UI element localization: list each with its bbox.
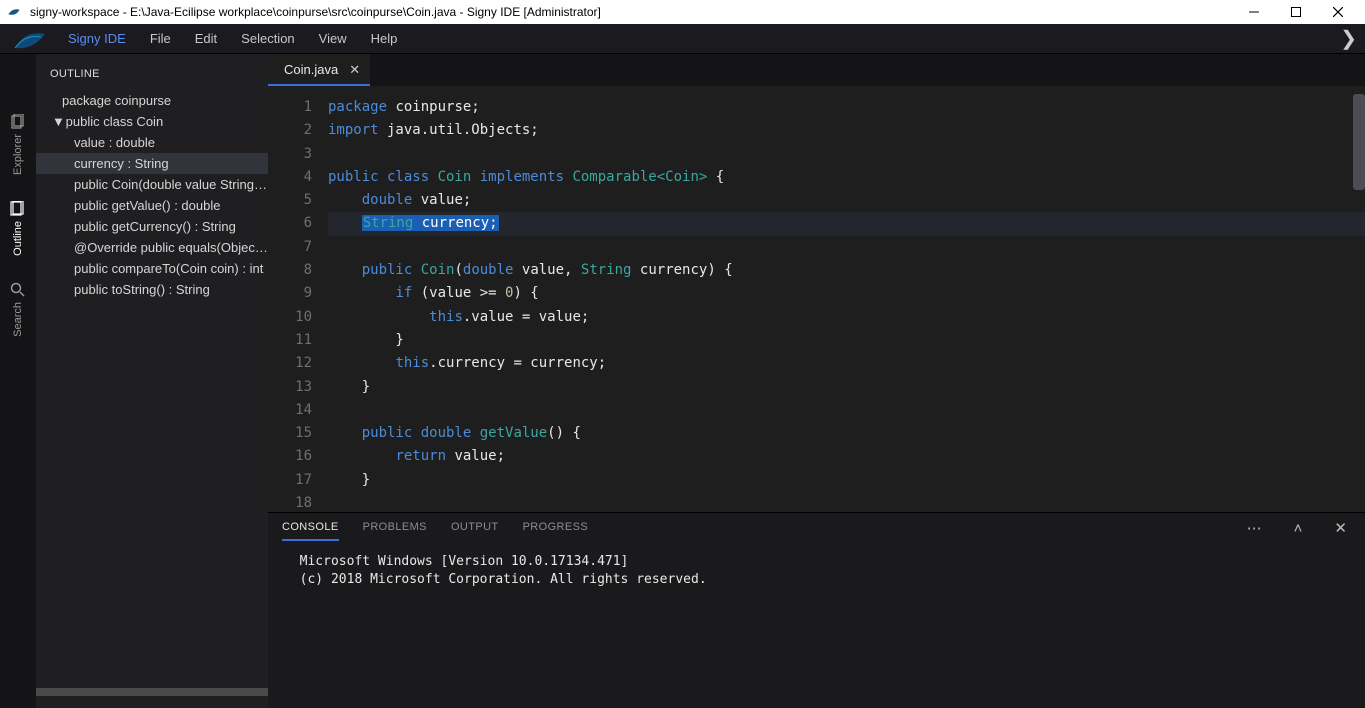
- menu-file[interactable]: File: [138, 24, 183, 54]
- outline-item[interactable]: value : double: [36, 132, 268, 153]
- sidebar-title: OUTLINE: [36, 54, 268, 90]
- menu-app[interactable]: Signy IDE: [56, 24, 138, 54]
- line-numbers: 123 456 789 101112 131415 161718: [268, 86, 324, 512]
- editor-tabs: Coin.java ✕: [268, 54, 1365, 86]
- minimize-button[interactable]: [1233, 0, 1275, 24]
- overflow-chevron-icon[interactable]: ❯: [1332, 26, 1365, 51]
- close-button[interactable]: [1317, 0, 1359, 24]
- editor-tab[interactable]: Coin.java ✕: [268, 54, 370, 86]
- outline-item[interactable]: currency : String: [36, 153, 268, 174]
- titlebar: signy-workspace - E:\Java-Ecilipse workp…: [0, 0, 1365, 24]
- app-icon: [6, 3, 24, 21]
- activity-label-search: Search: [12, 302, 24, 337]
- menubar: Signy IDE File Edit Selection View Help …: [0, 24, 1365, 54]
- sidebar-scrollbar[interactable]: [36, 688, 268, 696]
- menu-edit[interactable]: Edit: [183, 24, 229, 54]
- outline-item[interactable]: public getValue() : double: [36, 195, 268, 216]
- activity-tab-search[interactable]: Search: [10, 282, 26, 337]
- editor-tab-label: Coin.java: [284, 62, 338, 77]
- sidebar: OUTLINE package coinpurse ▼ public class…: [36, 54, 268, 708]
- panel-tab-output[interactable]: OUTPUT: [451, 515, 499, 541]
- code-body[interactable]: package coinpurse; import java.util.Obje…: [324, 86, 1365, 512]
- more-icon[interactable]: ⋯: [1243, 519, 1266, 537]
- panel-tab-progress[interactable]: PROGRESS: [523, 515, 589, 541]
- activity-tab-explorer[interactable]: Explorer: [10, 114, 26, 175]
- window-title: signy-workspace - E:\Java-Ecilipse workp…: [30, 5, 601, 19]
- maximize-button[interactable]: [1275, 0, 1317, 24]
- bottom-panel: CONSOLE PROBLEMS OUTPUT PROGRESS ⋯ ˄ ✕ M…: [268, 512, 1365, 708]
- menu-selection[interactable]: Selection: [229, 24, 306, 54]
- panel-tab-console[interactable]: CONSOLE: [282, 515, 339, 541]
- activity-label-outline: Outline: [12, 221, 24, 256]
- panel-tab-problems[interactable]: PROBLEMS: [363, 515, 427, 541]
- outline-item[interactable]: public compareTo(Coin coin) : int: [36, 258, 268, 279]
- app-logo: [4, 24, 56, 54]
- outline-tree: package coinpurse ▼ public class Coin va…: [36, 90, 268, 688]
- outline-item[interactable]: public getCurrency() : String: [36, 216, 268, 237]
- editor-scrollbar[interactable]: [1353, 94, 1365, 190]
- outline-item[interactable]: public Coin(double value String currency…: [36, 174, 268, 195]
- activity-bar: Explorer Outline Search: [0, 54, 36, 708]
- activity-label-explorer: Explorer: [12, 134, 24, 175]
- outline-item[interactable]: package coinpurse: [36, 90, 268, 111]
- outline-item[interactable]: @Override public equals(Object obj) : bo…: [36, 237, 268, 258]
- console-output[interactable]: Microsoft Windows [Version 10.0.17134.47…: [268, 543, 1365, 708]
- menu-view[interactable]: View: [307, 24, 359, 54]
- close-icon[interactable]: ✕: [349, 62, 360, 78]
- panel-tabs: CONSOLE PROBLEMS OUTPUT PROGRESS ⋯ ˄ ✕: [268, 513, 1365, 543]
- activity-tab-outline[interactable]: Outline: [10, 201, 26, 256]
- outline-item[interactable]: ▼ public class Coin: [36, 111, 268, 132]
- menu-help[interactable]: Help: [359, 24, 410, 54]
- editor-area: Coin.java ✕ 123 456 789 101112 131415 16…: [268, 54, 1365, 708]
- panel-close-icon[interactable]: ✕: [1330, 519, 1351, 537]
- code-editor[interactable]: 123 456 789 101112 131415 161718 package…: [268, 86, 1365, 512]
- chevron-up-icon[interactable]: ˄: [1290, 520, 1307, 537]
- outline-item[interactable]: public toString() : String: [36, 279, 268, 300]
